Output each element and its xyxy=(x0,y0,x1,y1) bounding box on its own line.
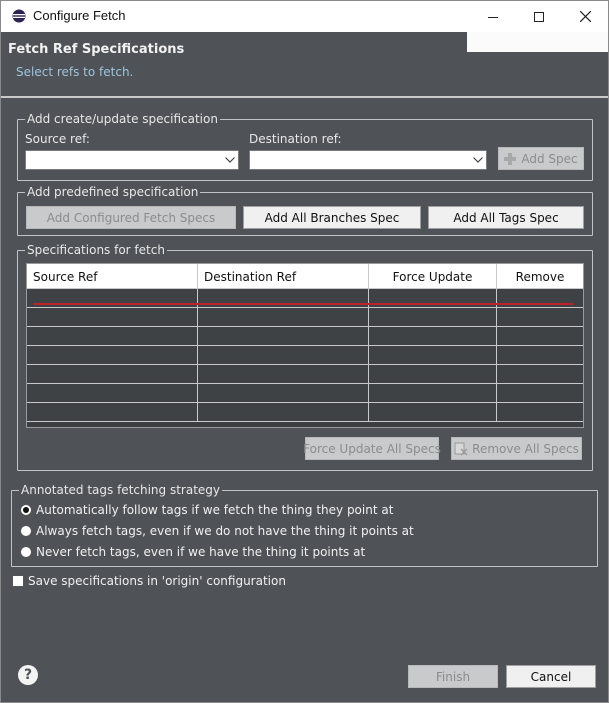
specs-table-header: Source Ref Destination Ref Force Update … xyxy=(27,264,583,289)
column-source-ref[interactable]: Source Ref xyxy=(27,264,198,289)
source-ref-label: Source ref: xyxy=(25,132,90,146)
table-row[interactable] xyxy=(27,346,583,365)
chevron-down-icon[interactable] xyxy=(468,151,486,169)
radio-never-fetch-tags-label: Never fetch tags, even if we have the th… xyxy=(36,545,366,559)
add-all-tags-spec-button[interactable]: Add All Tags Spec xyxy=(428,206,584,229)
destination-ref-combo[interactable] xyxy=(249,150,487,170)
add-icon xyxy=(504,152,517,165)
radio-never-fetch-tags[interactable]: Never fetch tags, even if we have the th… xyxy=(20,545,365,559)
radio-button[interactable] xyxy=(20,525,32,537)
specs-group-label: Specifications for fetch xyxy=(25,242,167,258)
add-spec-label: Add Spec xyxy=(521,151,578,166)
chevron-down-icon[interactable] xyxy=(220,151,238,169)
source-ref-combo[interactable] xyxy=(25,150,239,170)
help-icon[interactable]: ? xyxy=(18,665,38,685)
remove-all-specs-label: Remove All Specs xyxy=(472,441,579,456)
minimize-button[interactable] xyxy=(470,1,516,32)
minimize-icon xyxy=(488,16,498,18)
remove-icon xyxy=(454,442,468,455)
table-row[interactable] xyxy=(27,365,583,384)
radio-button[interactable] xyxy=(20,504,32,516)
eclipse-icon xyxy=(12,9,26,23)
configure-fetch-dialog: Configure Fetch Fetch Ref Specifications… xyxy=(0,0,609,703)
add-spec-button[interactable]: Add Spec xyxy=(498,147,584,170)
save-config-label: Save specifications in 'origin' configur… xyxy=(28,574,286,588)
page-description: Select refs to fetch. xyxy=(16,65,134,79)
maximize-button[interactable] xyxy=(516,1,562,32)
column-force-update[interactable]: Force Update xyxy=(369,264,497,289)
remove-all-specs-button[interactable]: Remove All Specs xyxy=(451,437,582,460)
title-bar: Configure Fetch xyxy=(1,1,608,32)
header-banner: Fetch Ref Specifications Select refs to … xyxy=(1,32,608,96)
maximize-icon xyxy=(534,11,544,22)
column-remove[interactable]: Remove xyxy=(497,264,583,289)
add-configured-fetch-specs-button[interactable]: Add Configured Fetch Specs xyxy=(26,206,236,229)
table-row[interactable] xyxy=(27,289,583,308)
table-row[interactable] xyxy=(27,308,583,327)
specs-table[interactable]: Source Ref Destination Ref Force Update … xyxy=(26,263,584,428)
radio-auto-follow-tags[interactable]: Automatically follow tags if we fetch th… xyxy=(20,503,393,517)
destination-ref-label: Destination ref: xyxy=(249,132,342,146)
page-title: Fetch Ref Specifications xyxy=(8,42,185,57)
drop-indicator-line xyxy=(33,303,573,305)
close-button[interactable] xyxy=(562,1,608,32)
finish-button[interactable]: Finish xyxy=(408,665,498,688)
force-update-all-specs-button[interactable]: Force Update All Specs xyxy=(303,437,441,460)
table-row[interactable] xyxy=(27,403,583,422)
column-destination-ref[interactable]: Destination Ref xyxy=(198,264,369,289)
radio-auto-follow-tags-label: Automatically follow tags if we fetch th… xyxy=(36,503,394,517)
tags-strategy-group-label: Annotated tags fetching strategy xyxy=(19,482,223,498)
radio-always-fetch-tags[interactable]: Always fetch tags, even if we do not hav… xyxy=(20,524,414,538)
banner-image xyxy=(467,32,608,52)
header-separator xyxy=(1,96,608,98)
add-all-branches-spec-button[interactable]: Add All Branches Spec xyxy=(243,206,421,229)
radio-button[interactable] xyxy=(20,546,32,558)
close-icon xyxy=(579,11,591,22)
radio-always-fetch-tags-label: Always fetch tags, even if we do not hav… xyxy=(36,524,414,538)
predefined-spec-group-label: Add predefined specification xyxy=(25,184,201,200)
create-spec-group-label: Add create/update specification xyxy=(25,111,220,127)
table-row[interactable] xyxy=(27,384,583,403)
save-config-checkbox-row[interactable]: Save specifications in 'origin' configur… xyxy=(12,574,286,588)
save-config-checkbox[interactable] xyxy=(12,575,24,587)
window-title: Configure Fetch xyxy=(33,8,126,23)
cancel-button[interactable]: Cancel xyxy=(506,665,596,688)
table-row[interactable] xyxy=(27,327,583,346)
